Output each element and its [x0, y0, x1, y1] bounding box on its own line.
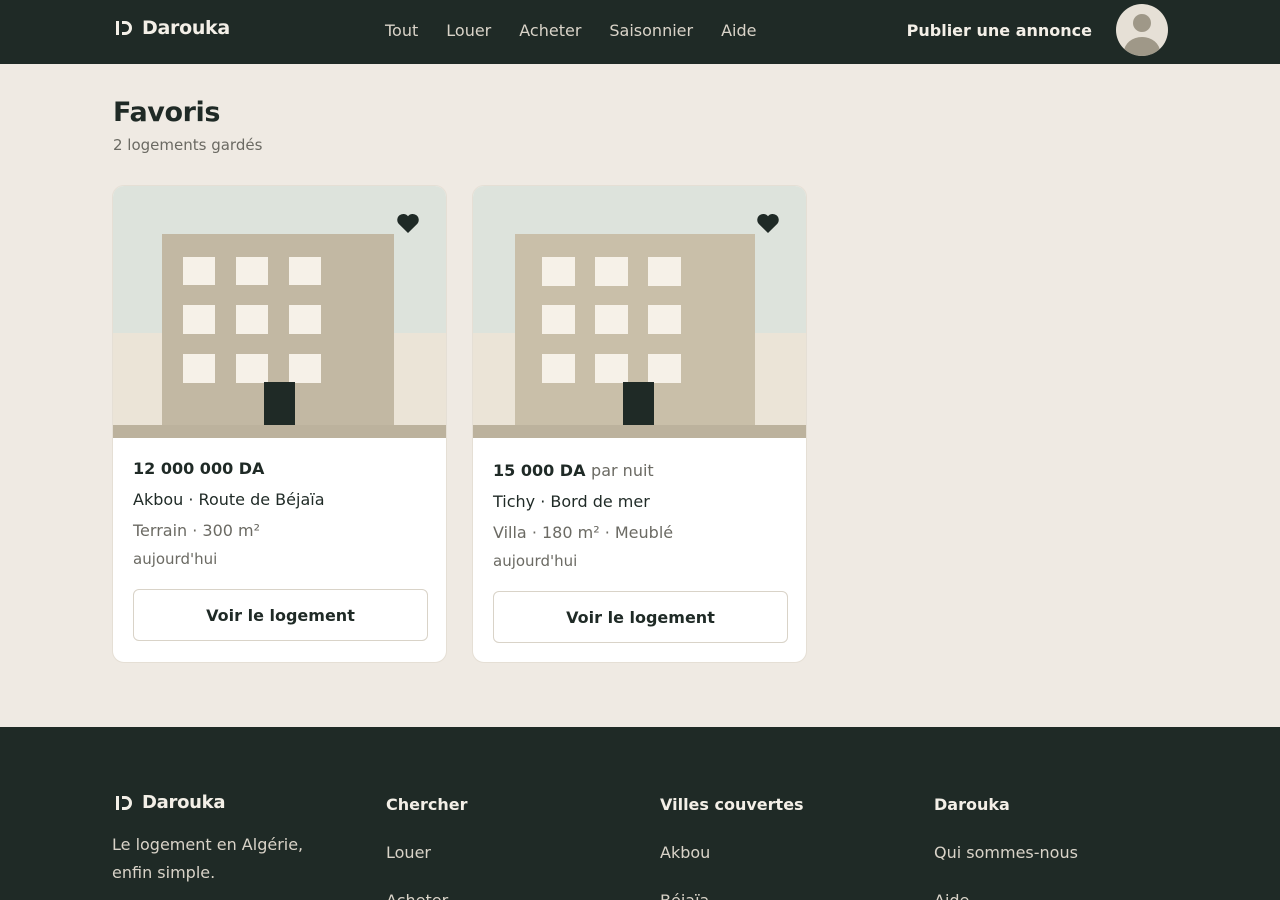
listing-specs: Terrain · 300 m² [133, 521, 261, 540]
avatar-head-shape [1133, 14, 1151, 32]
footer-brand[interactable]: Darouka [114, 792, 225, 813]
heart-filled-icon[interactable] [396, 212, 420, 234]
footer-column-title: Darouka [934, 795, 1010, 814]
heart-filled-icon[interactable] [756, 212, 780, 234]
footer-tagline: Le logement en Algérie, enfin simple. [112, 835, 304, 882]
footer-column-title: Villes couvertes [660, 795, 804, 814]
listing-info: 15 000 DA par nuit Tichy · Bord de mer V… [493, 460, 786, 571]
footer-column-title: Chercher [386, 795, 468, 814]
listing-card[interactable]: 12 000 000 DA Akbou · Route de Béjaïa Te… [112, 185, 447, 663]
view-listing-button[interactable]: Voir le logement [133, 589, 428, 641]
listing-location: Tichy · Bord de mer [493, 492, 650, 511]
nav-item-tout[interactable]: Tout [385, 20, 418, 42]
nav-item-aide[interactable]: Aide [721, 20, 756, 42]
page-subtitle: 2 logements gardés [113, 136, 263, 154]
top-navbar: Darouka Tout Louer Acheter Saisonnier Ai… [0, 0, 1280, 64]
listing-info: 12 000 000 DA Akbou · Route de Béjaïa Te… [133, 458, 426, 569]
price-amount: 12 000 000 DA [133, 459, 265, 478]
avatar-body-shape [1124, 37, 1160, 56]
publish-listing-link[interactable]: Publier une annonce [907, 20, 1092, 42]
footer-column-darouka: Darouka Qui sommes-nous Aide [934, 794, 1078, 900]
footer-link[interactable]: Akbou [660, 842, 804, 864]
footer-column-villes: Villes couvertes Akbou Béjaïa [660, 794, 804, 900]
main-nav: Tout Louer Acheter Saisonnier Aide [385, 20, 784, 42]
footer-link[interactable]: Louer [386, 842, 468, 864]
footer-column-chercher: Chercher Louer Acheter [386, 794, 468, 900]
darouka-logo-icon [116, 21, 132, 35]
listing-date: aujourd'hui [133, 550, 218, 568]
price-suffix: par nuit [591, 461, 654, 480]
listing-price: 15 000 DA par nuit [493, 460, 786, 482]
listing-card[interactable]: 15 000 DA par nuit Tichy · Bord de mer V… [472, 185, 807, 663]
listing-specs: Villa · 180 m² · Meublé [493, 523, 674, 542]
brand-name: Darouka [142, 17, 230, 39]
darouka-logo-icon [116, 795, 132, 810]
footer-link[interactable]: Qui sommes-nous [934, 842, 1078, 864]
footer-link[interactable]: Béjaïa [660, 890, 804, 900]
nav-item-louer[interactable]: Louer [446, 20, 491, 42]
listing-date: aujourd'hui [493, 552, 578, 570]
user-avatar-icon[interactable] [1116, 4, 1168, 56]
price-amount: 15 000 DA [493, 461, 586, 480]
page-title: Favoris [113, 97, 221, 128]
listing-price: 12 000 000 DA [133, 458, 426, 480]
listing-location: Akbou · Route de Béjaïa [133, 490, 325, 509]
footer-link[interactable]: Aide [934, 890, 1078, 900]
view-listing-button[interactable]: Voir le logement [493, 591, 788, 643]
nav-item-acheter[interactable]: Acheter [519, 20, 581, 42]
nav-item-saisonnier[interactable]: Saisonnier [609, 20, 693, 42]
footer-link[interactable]: Acheter [386, 890, 468, 900]
site-footer: Darouka Le logement en Algérie, enfin si… [0, 727, 1280, 900]
footer-brand-name: Darouka [142, 792, 226, 813]
brand-logo-link[interactable]: Darouka [114, 17, 230, 39]
